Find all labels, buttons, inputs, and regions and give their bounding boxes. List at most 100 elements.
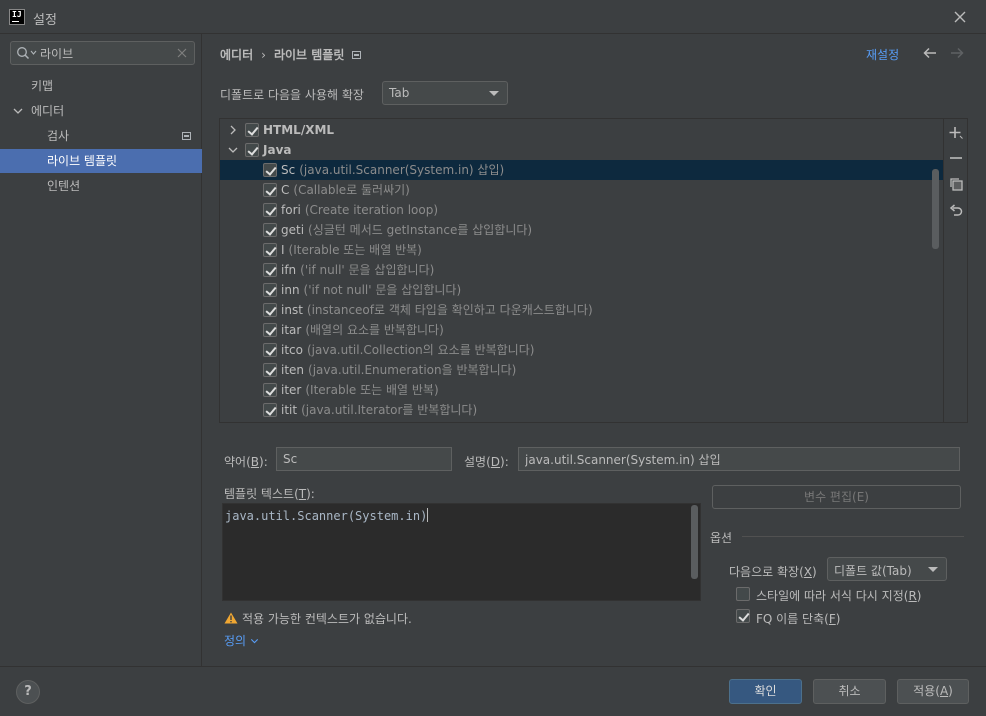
template-row[interactable]: inn ('if not null' 문을 삽입합니다) — [220, 280, 943, 300]
templates-toolbar — [943, 119, 967, 422]
template-abbreviation: fori — [281, 203, 301, 217]
cancel-button[interactable]: 취소 — [813, 679, 886, 704]
project-settings-icon — [182, 132, 191, 140]
sidebar-item-live-templates[interactable]: 라이브 템플릿 — [0, 149, 202, 173]
template-description: (java.util.Iterator를 반복합니다) — [301, 403, 478, 417]
expand-with-select[interactable]: 디폴트 값(Tab) — [827, 557, 947, 581]
restore-icon[interactable] — [948, 202, 964, 218]
template-description: (Callable로 둘러싸기) — [293, 183, 410, 197]
sidebar-item-intentions[interactable]: 인텐션 — [0, 174, 202, 198]
forward-arrow-icon[interactable] — [949, 45, 965, 61]
search-icon[interactable] — [16, 46, 38, 60]
template-checkbox[interactable] — [263, 303, 277, 317]
sidebar-item-label: 키맵 — [31, 79, 54, 93]
ok-button[interactable]: 확인 — [729, 679, 802, 704]
template-name: iten (java.util.Enumeration을 반복합니다) — [281, 360, 516, 380]
template-group-row[interactable]: HTML/XML — [220, 120, 943, 140]
template-checkbox[interactable] — [263, 343, 277, 357]
template-checkbox[interactable] — [263, 383, 277, 397]
template-checkbox[interactable] — [263, 243, 277, 257]
template-checkbox[interactable] — [263, 403, 277, 417]
template-row[interactable]: inst (instanceof로 객체 타입을 확인하고 다운캐스트합니다) — [220, 300, 943, 320]
close-button[interactable] — [950, 7, 970, 27]
sidebar-item-keymap[interactable]: 키맵 — [0, 74, 202, 98]
warning-icon — [224, 612, 238, 624]
chevron-right-icon[interactable] — [228, 125, 238, 135]
template-checkbox[interactable] — [263, 203, 277, 217]
window-title: 설정 — [33, 13, 57, 28]
template-checkbox[interactable] — [263, 223, 277, 237]
define-context-link[interactable]: 정의 — [224, 632, 259, 649]
template-name: Sc (java.util.Scanner(System.in) 삽입) — [281, 160, 504, 180]
template-description: (java.util.Enumeration을 반복합니다) — [308, 363, 517, 377]
template-row[interactable]: ifn ('if null' 문을 삽입합니다) — [220, 260, 943, 280]
sidebar-item-editor[interactable]: 에디터 — [0, 99, 202, 123]
template-abbreviation: itar — [281, 323, 302, 337]
breadcrumb-item[interactable]: 에디터 — [220, 48, 253, 62]
minus-icon[interactable] — [948, 150, 964, 166]
shorten-fq-names-label: FQ 이름 단축(F) — [756, 612, 841, 626]
template-description: (instanceof로 객체 타입을 확인하고 다운캐스트합니다) — [306, 303, 593, 317]
template-checkbox[interactable] — [263, 363, 277, 377]
template-row[interactable]: iter (Iterable 또는 배열 반복) — [220, 380, 943, 400]
sidebar-item-label: 에디터 — [31, 104, 65, 118]
help-button[interactable]: ? — [16, 680, 40, 704]
title-bar — [0, 0, 986, 34]
template-code: java.util.Scanner(System.in) — [225, 508, 429, 523]
expand-default-select[interactable]: Tab — [382, 81, 508, 105]
reset-link[interactable]: 재설정 — [866, 46, 899, 63]
dropdown-arrow-icon — [489, 91, 499, 96]
template-row[interactable]: I (Iterable 또는 배열 반복) — [220, 240, 943, 260]
text-caret — [427, 508, 429, 522]
template-row[interactable]: Sc (java.util.Scanner(System.in) 삽입) — [220, 160, 943, 180]
editor-scrollbar[interactable] — [691, 505, 698, 579]
group-checkbox[interactable] — [245, 143, 259, 157]
template-checkbox[interactable] — [263, 283, 277, 297]
clear-search-icon[interactable] — [176, 47, 188, 59]
template-name: I (Iterable 또는 배열 반복) — [281, 240, 422, 260]
search-input[interactable] — [40, 44, 170, 62]
template-checkbox[interactable] — [263, 323, 277, 337]
template-checkbox[interactable] — [263, 183, 277, 197]
expand-with-label: 다음으로 확장(X) — [729, 565, 817, 579]
group-checkbox[interactable] — [245, 123, 259, 137]
template-row[interactable]: C (Callable로 둘러싸기) — [220, 180, 943, 200]
template-abbreviation: inn — [281, 283, 300, 297]
template-row[interactable]: itar (배열의 요소를 반복합니다) — [220, 320, 943, 340]
template-abbreviation: itit — [281, 403, 298, 417]
apply-button[interactable]: 적용(A) — [897, 679, 969, 704]
chevron-down-icon — [250, 639, 259, 644]
abbreviation-input[interactable] — [276, 447, 452, 471]
plus-icon[interactable] — [948, 125, 964, 141]
template-name: itar (배열의 요소를 반복합니다) — [281, 320, 444, 340]
reformat-checkbox[interactable] — [736, 587, 750, 601]
template-text-editor[interactable]: java.util.Scanner(System.in) — [222, 503, 701, 601]
template-name: itco (java.util.Collection의 요소를 반복합니다) — [281, 340, 534, 360]
sidebar-item-inspections[interactable]: 검사 — [0, 124, 202, 148]
template-description: (java.util.Collection의 요소를 반복합니다) — [306, 343, 535, 357]
back-arrow-icon[interactable] — [922, 45, 938, 61]
templates-scrollbar[interactable] — [932, 169, 939, 249]
templates-tree[interactable]: HTML/XML Java Sc (java.util.Scanner(Syste… — [220, 119, 943, 422]
templates-panel: HTML/XML Java Sc (java.util.Scanner(Syste… — [219, 118, 968, 423]
template-description: (Iterable 또는 배열 반복) — [305, 383, 439, 397]
template-row[interactable]: fori (Create iteration loop) — [220, 200, 943, 220]
template-name: inn ('if not null' 문을 삽입합니다) — [281, 280, 461, 300]
copy-icon[interactable] — [948, 176, 964, 192]
sidebar-item-label: 라이브 템플릿 — [47, 154, 118, 168]
chevron-down-icon[interactable] — [13, 106, 23, 116]
template-row[interactable]: itit (java.util.Iterator를 반복합니다) — [220, 400, 943, 420]
settings-search-box — [10, 41, 195, 65]
template-row[interactable]: geti (싱글턴 메서드 getInstance를 삽입합니다) — [220, 220, 943, 240]
edit-variables-button[interactable]: 변수 편집(E) — [712, 485, 961, 509]
template-checkbox[interactable] — [263, 263, 277, 277]
template-checkbox[interactable] — [263, 163, 277, 177]
shorten-fq-names-checkbox[interactable] — [736, 609, 750, 623]
description-input[interactable] — [518, 447, 960, 471]
template-row[interactable]: itco (java.util.Collection의 요소를 반복합니다) — [220, 340, 943, 360]
template-abbreviation: iten — [281, 363, 305, 377]
template-row[interactable]: iten (java.util.Enumeration을 반복합니다) — [220, 360, 943, 380]
sidebar-item-label: 인텐션 — [47, 179, 81, 193]
chevron-down-icon[interactable] — [228, 145, 238, 155]
template-group-row[interactable]: Java — [220, 140, 943, 160]
